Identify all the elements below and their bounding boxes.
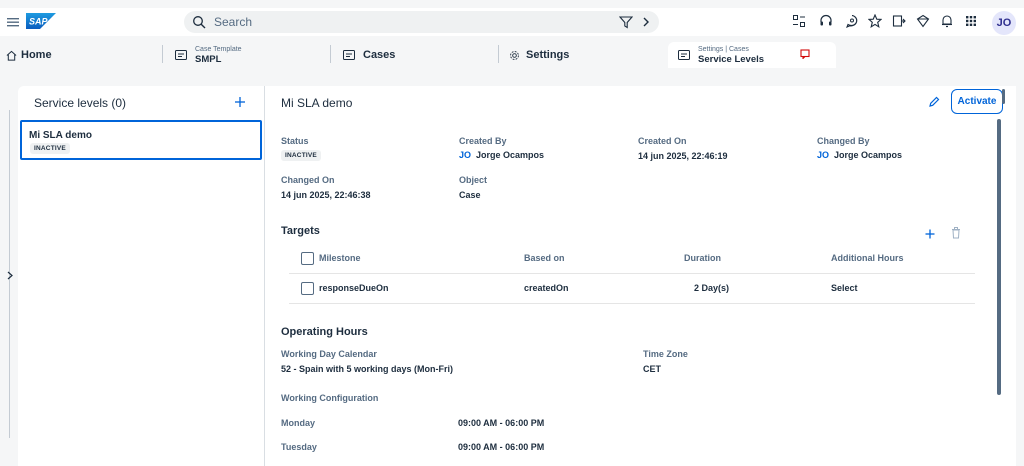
cell-additional-hours[interactable]: Select xyxy=(831,283,858,293)
created-by-person[interactable]: JO Jorge Ocampos xyxy=(459,150,544,160)
changed-by-person[interactable]: JO Jorge Ocampos xyxy=(817,150,902,160)
edit-icon[interactable] xyxy=(928,96,940,108)
activate-button[interactable]: Activate xyxy=(951,89,1003,114)
status-badge: INACTIVE xyxy=(281,150,321,161)
table-header-row: Milestone Based on Duration Additional H… xyxy=(289,244,975,274)
add-target-icon[interactable] xyxy=(925,229,935,239)
tab-cases[interactable]: Cases xyxy=(330,42,498,68)
tab-settings[interactable]: Settings xyxy=(498,42,666,68)
home-icon xyxy=(6,50,17,61)
card-icon xyxy=(343,50,355,60)
day-hours: 09:00 AM - 06:00 PM xyxy=(458,418,545,428)
card-icon xyxy=(678,50,690,60)
timezone-label: Time Zone xyxy=(643,349,688,359)
status-badge: INACTIVE xyxy=(30,143,70,154)
cell-milestone: responseDueOn xyxy=(319,283,389,293)
close-tab-icon[interactable] xyxy=(800,49,810,59)
changed-by-value: Jorge Ocampos xyxy=(834,150,903,160)
detail-title: Mi SLA demo xyxy=(281,96,353,110)
tab-divider xyxy=(162,45,163,63)
col-additional-hours[interactable]: Additional Hours xyxy=(831,253,904,263)
object-value: Case xyxy=(459,190,481,200)
created-by-label: Created By xyxy=(459,136,507,146)
created-on-label: Created On xyxy=(638,136,687,146)
service-levels-list-panel: Service levels (0) Mi SLA demo INACTIVE xyxy=(18,86,264,466)
headset-icon[interactable] xyxy=(819,14,833,28)
tab-case-template-label: SMPL xyxy=(195,53,222,65)
scrollbar[interactable] xyxy=(997,119,1001,395)
col-duration[interactable]: Duration xyxy=(684,253,721,263)
tab-bar: Home Case Template SMPL Cases Settings S… xyxy=(0,42,1024,68)
calendar-value: 52 - Spain with 5 working days (Mon-Fri) xyxy=(281,364,454,374)
gear-icon xyxy=(510,50,519,60)
shell-bar: SAP Search JO xyxy=(0,8,1024,36)
export-icon[interactable] xyxy=(892,14,906,28)
table-row[interactable]: responseDueOn createdOn 2 Day(s) Select xyxy=(289,274,975,304)
col-milestone[interactable]: Milestone xyxy=(319,253,361,263)
delete-icon[interactable] xyxy=(951,227,961,239)
tab-service-levels[interactable]: Settings | Cases Service Levels xyxy=(668,42,836,68)
tab-case-template[interactable]: Case Template SMPL xyxy=(162,42,332,68)
select-all-checkbox[interactable] xyxy=(301,252,314,265)
tab-service-levels-caption: Settings | Cases xyxy=(698,45,749,53)
search-field[interactable]: Search xyxy=(184,11,659,33)
tab-divider xyxy=(498,45,499,63)
targets-title: Targets xyxy=(281,225,320,237)
expand-chevron-icon[interactable] xyxy=(7,271,13,280)
day-label: Monday xyxy=(281,418,316,428)
filter-icon[interactable] xyxy=(619,15,633,29)
cell-duration: 2 Day(s) xyxy=(694,283,730,293)
sap-logo[interactable]: SAP xyxy=(26,13,56,29)
tab-case-template-caption: Case Template xyxy=(195,45,242,53)
list-title: Service levels (0) xyxy=(34,96,127,110)
changed-on-label: Changed On xyxy=(281,175,335,185)
chevron-right-icon[interactable] xyxy=(641,16,651,28)
favorite-icon[interactable] xyxy=(868,14,882,28)
changed-by-label: Changed By xyxy=(817,136,870,146)
tab-service-levels-label: Service Levels xyxy=(698,53,765,65)
tab-cases-label: Cases xyxy=(363,49,396,61)
tab-settings-label: Settings xyxy=(526,49,570,61)
trophy-icon[interactable] xyxy=(916,14,930,28)
status-label: Status xyxy=(281,136,309,146)
search-input[interactable]: Search xyxy=(214,15,252,29)
row-checkbox[interactable] xyxy=(301,282,314,295)
tab-divider xyxy=(330,45,331,63)
col-based-on[interactable]: Based on xyxy=(524,253,565,263)
menu-icon[interactable] xyxy=(7,15,19,29)
created-by-value: Jorge Ocampos xyxy=(476,150,545,160)
created-on-value: 14 jun 2025, 22:46:19 xyxy=(638,151,728,161)
object-label: Object xyxy=(459,175,488,185)
changed-by-initials: JO xyxy=(817,150,830,160)
cell-based-on: createdOn xyxy=(524,283,569,293)
list-item-title: Mi SLA demo xyxy=(29,130,92,141)
list-item[interactable]: Mi SLA demo INACTIVE xyxy=(20,120,262,160)
search-icon xyxy=(193,16,206,29)
apps-grid-icon[interactable] xyxy=(964,14,978,28)
tab-home-label: Home xyxy=(21,49,52,61)
add-icon[interactable] xyxy=(234,96,246,108)
created-by-initials: JO xyxy=(459,150,472,160)
detail-panel: Mi SLA demo Activate Status INACTIVE Cre… xyxy=(265,86,1016,466)
scrollbar-thumb-top[interactable] xyxy=(1002,89,1005,104)
changed-on-value: 14 jun 2025, 22:46:38 xyxy=(281,190,371,200)
timezone-value: CET xyxy=(643,364,661,374)
notes-icon[interactable] xyxy=(792,14,806,28)
calendar-label: Working Day Calendar xyxy=(281,349,377,359)
card-icon xyxy=(175,50,187,60)
working-config-label: Working Configuration xyxy=(281,393,379,403)
svg-text:SAP: SAP xyxy=(29,17,49,27)
operating-hours-title: Operating Hours xyxy=(281,326,368,338)
user-avatar[interactable]: JO xyxy=(992,11,1016,35)
notification-icon[interactable] xyxy=(940,14,954,28)
help-icon[interactable] xyxy=(845,14,859,28)
day-label: Tuesday xyxy=(281,442,317,452)
tab-home[interactable]: Home xyxy=(6,42,156,68)
day-hours: 09:00 AM - 06:00 PM xyxy=(458,442,545,452)
